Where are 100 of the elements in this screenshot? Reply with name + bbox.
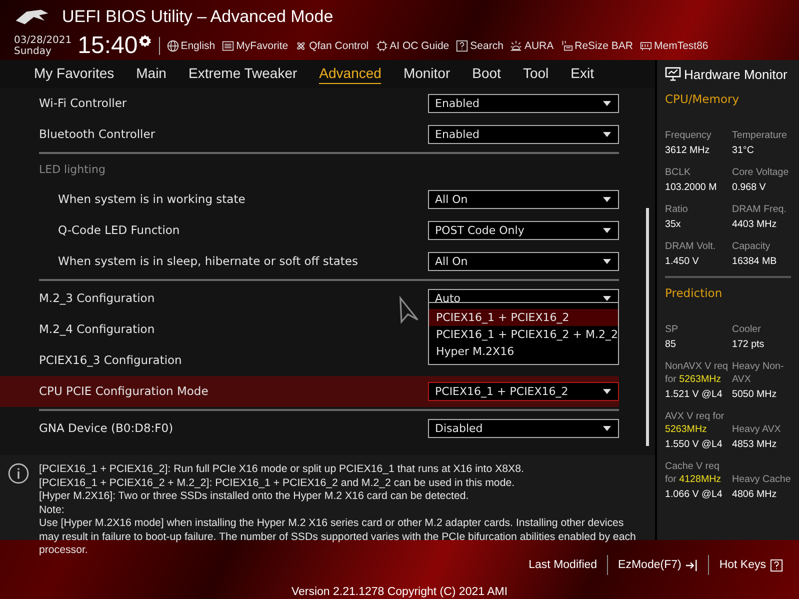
setting-label: CPU PCIE Configuration Mode	[39, 384, 208, 398]
metric-label: Ratio	[665, 203, 689, 216]
setting-label: Bluetooth Controller	[39, 127, 156, 142]
metric-label: Cache V req for 4128MHz	[665, 460, 722, 486]
menu-tab[interactable]: Monitor	[403, 63, 450, 84]
setting-label: When system is in working state	[57, 192, 246, 206]
card-icon	[560, 40, 573, 52]
metric-label: Temperature	[732, 129, 788, 142]
footer-button[interactable]: Last Modified	[518, 559, 608, 571]
metric-label: AVX V req for 5263MHz	[665, 410, 726, 436]
menu-tab[interactable]: Main	[136, 63, 166, 84]
globe-icon	[166, 40, 179, 52]
settings-icon[interactable]	[138, 34, 152, 48]
metric-value: 85	[665, 338, 677, 351]
setting-label: PCIEX16_3 Configuration	[39, 353, 182, 368]
section-title: Prediction	[665, 286, 724, 300]
metric-label: Capacity	[732, 240, 772, 253]
caret-icon	[603, 258, 611, 264]
help-text: [Hyper M.2X16]: Two or three SSDs installed onto the Hyper M.2 X16 card can be detected.	[39, 490, 470, 504]
setting-label: Q-Code LED Function	[57, 223, 180, 238]
metric-label: DRAM Volt.	[665, 240, 717, 253]
footer-button[interactable]: EzMode(F7)	[608, 558, 708, 572]
dropdown-select[interactable]: POST Code Only	[428, 220, 619, 240]
metric-value: 1.066 V @L4	[665, 488, 724, 501]
toolbar-button[interactable]: MyFavorite	[222, 40, 288, 52]
caret-icon	[603, 132, 611, 137]
dropdown-option[interactable]: Hyper M.2X16	[429, 342, 618, 360]
toolbar-button[interactable]: English	[166, 40, 216, 52]
metric-label: NonAVX V req for 5263MHz	[665, 360, 728, 386]
help-text: Note:	[39, 504, 66, 517]
metric-value: 0.968 V	[732, 181, 767, 194]
help-icon	[456, 40, 468, 52]
toolbar-button[interactable]: Search	[456, 40, 504, 52]
metric-value: 1.550 V @L4	[665, 438, 724, 451]
toolbar-button[interactable]: ReSize BAR	[560, 40, 633, 52]
setting-label: M.2_3 Configuration	[39, 291, 155, 306]
metric-value: 172 pts	[732, 338, 766, 351]
version-text: Version 2.21.1278 Copyright (C) 2021 AMI	[291, 586, 508, 598]
metric-label: Cooler	[732, 323, 762, 336]
memory-icon	[640, 40, 652, 52]
metric-value: 4806 MHz	[732, 488, 778, 501]
metric-value: 4853 MHz	[732, 438, 778, 451]
metric-value: 3612 MHz	[665, 144, 711, 157]
toolbar-button[interactable]: MemTest86	[640, 40, 708, 52]
day-text: Sunday	[14, 46, 52, 57]
setting-label: GNA Device (B0:D8:F0)	[39, 421, 174, 436]
menu-tab[interactable]: Boot	[472, 63, 501, 84]
metric-value: 35x	[665, 218, 682, 231]
dropdown-option[interactable]: PCIEX16_1 + PCIEX16_2	[429, 308, 618, 326]
toolbar-button[interactable]: AI OC Guide	[376, 40, 450, 52]
footer-button[interactable]: Hot Keys	[709, 558, 793, 572]
fan-icon	[295, 40, 308, 52]
menu-tab[interactable]: My Favorites	[34, 63, 114, 84]
setting-label: M.2_4 Configuration	[39, 322, 155, 336]
dropdown-option[interactable]: PCIEX16_1 + PCIEX16_2 + M.2_2	[429, 326, 618, 343]
mouse-cursor-icon	[398, 296, 420, 324]
exit-icon	[685, 558, 698, 572]
help-text: Use [Hyper M.2X16 mode] when installing the Hyper M.2 X16 series card or other M.2 adapter cards. Installing other devices may result in failure to boot-up failure. The number of SSDs supported varies with the PCIe bifurcation abilities enabled by each processor.	[39, 517, 637, 558]
help-text: [PCIEX16_1 + PCIEX16_2 + M.2_2]: PCIEX16_1 + PCIEX16_2 and M.2_2 can be used in this mode.	[39, 476, 516, 490]
caret-icon	[603, 100, 611, 106]
section-title: CPU/Memory	[665, 92, 740, 106]
chip-icon	[376, 40, 388, 52]
menu-tab[interactable]: Extreme Tweaker	[188, 63, 298, 84]
help-icon	[770, 558, 783, 572]
toolbar-button[interactable]: Qfan Control	[295, 40, 369, 52]
setting-label: When system is in sleep, hibernate or soft off states	[57, 254, 358, 268]
menu-tab[interactable]: Advanced	[319, 63, 382, 84]
logo-icon	[14, 8, 50, 26]
window-title: UEFI BIOS Utility – Advanced Mode	[62, 7, 334, 27]
clock-time: 15:40	[78, 32, 138, 60]
dropdown-select[interactable]: Enabled	[428, 124, 619, 144]
section-heading: LED lighting	[39, 163, 106, 176]
dropdown-select[interactable]: Enabled	[428, 94, 619, 113]
dropdown-select[interactable]: All On	[428, 252, 619, 271]
dropdown-select[interactable]: All On	[428, 190, 619, 209]
caret-icon	[603, 228, 611, 233]
menu-tab[interactable]: Exit	[570, 63, 594, 84]
dropdown-select[interactable]: PCIEX16_1 + PCIEX16_2	[428, 382, 619, 401]
menu-tab[interactable]: Tool	[522, 63, 549, 84]
dropdown-select[interactable]: Disabled	[428, 418, 619, 438]
list-icon	[222, 40, 234, 52]
metric-label: Heavy AVX	[732, 423, 782, 436]
metric-value: 1.521 V @L4	[665, 388, 724, 401]
metric-value: 5050 MHz	[732, 388, 778, 401]
setting-label: Wi-Fi Controller	[39, 96, 127, 110]
metric-label: Frequency	[665, 129, 712, 142]
info-icon	[8, 463, 29, 484]
metric-label: BCLK	[665, 166, 692, 179]
metric-value: 31°C	[732, 144, 755, 157]
metric-label: DRAM Freq.	[732, 203, 788, 216]
panel-title: Hardware Monitor	[684, 66, 788, 82]
caret-icon	[603, 196, 611, 202]
date-text: 03/28/2021	[14, 35, 72, 46]
scrollbar-thumb[interactable]	[646, 208, 649, 446]
toolbar-button[interactable]: AURA	[510, 40, 554, 52]
metric-value: 4403 MHz	[732, 218, 778, 231]
lamp-icon	[510, 40, 522, 52]
metric-label: Heavy Cache	[732, 473, 792, 486]
metric-label: Heavy Non-AVX	[732, 360, 785, 386]
caret-icon	[603, 388, 611, 394]
